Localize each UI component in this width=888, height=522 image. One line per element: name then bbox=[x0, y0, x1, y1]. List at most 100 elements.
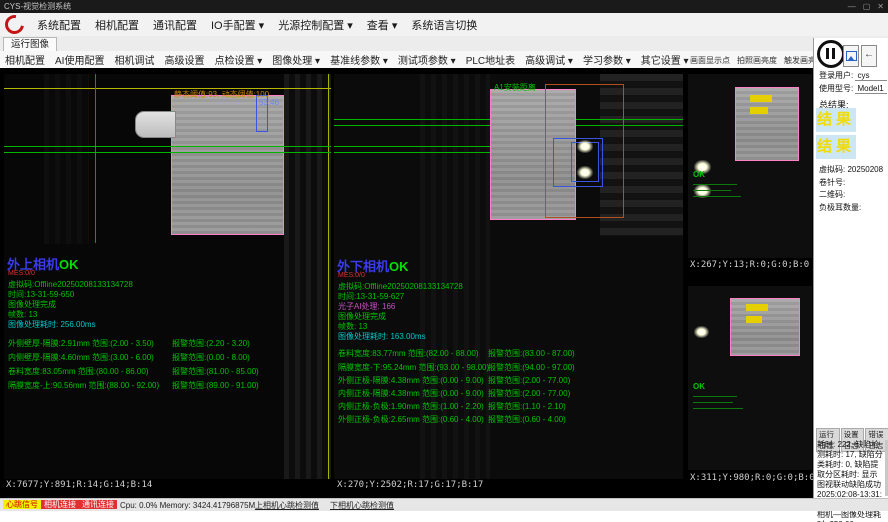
model-label: 使用型号: bbox=[819, 84, 853, 93]
maximize-button[interactable]: ▢ bbox=[863, 0, 871, 13]
neg-tab-count-row: 负极耳数量: bbox=[819, 202, 861, 213]
title-bar: CYS-视觉检测系统 — ▢ ✕ bbox=[0, 0, 888, 13]
tool-ai-config[interactable]: AI使用配置 bbox=[50, 52, 109, 67]
pause-button[interactable] bbox=[817, 40, 845, 68]
left-view-coordinates: X:7677;Y:891;R:14;G:14;B:14 bbox=[6, 480, 152, 490]
tool-camera-debug[interactable]: 相机调试 bbox=[109, 52, 159, 67]
mid-alarm-text: 报警范围:(0.60 - 4.00) bbox=[488, 414, 566, 425]
tab-run-image[interactable]: 运行图像 bbox=[3, 37, 57, 51]
login-user-label: 登录用户: bbox=[819, 71, 853, 80]
left-edge-line bbox=[328, 74, 329, 479]
mid-tab-glow-1 bbox=[577, 140, 593, 153]
mid-measure-text: 内侧正极-隔膜:4.38mm 范围:(0.00 - 9.00) bbox=[338, 388, 484, 399]
mid-alarm-text: 报警范围:(1.10 - 2.10) bbox=[488, 401, 566, 412]
neg-tab-count-label: 负极耳数量: bbox=[819, 203, 861, 212]
left-mes-line: MES:0/0 bbox=[8, 270, 35, 277]
thumb-bottom-label-chip-2 bbox=[746, 316, 762, 323]
thumb-header-1: 画面显示点 bbox=[690, 55, 730, 66]
thumb-top-view[interactable]: OK bbox=[688, 74, 812, 258]
thumb-top-label-chip-1 bbox=[750, 95, 772, 102]
image-icon bbox=[846, 51, 857, 61]
tool-other-settings[interactable]: 其它设置 ▾ bbox=[636, 52, 694, 67]
left-bg-striations bbox=[284, 74, 331, 479]
menu-light-config[interactable]: 光源控制配置 ▾ bbox=[271, 17, 360, 33]
thumb-top-textline bbox=[693, 196, 741, 197]
left-yellow-line bbox=[4, 88, 331, 89]
result-box-lower: 结果 bbox=[816, 135, 856, 159]
tool-camera-config[interactable]: 相机配置 bbox=[0, 52, 50, 67]
thumb-top-textline bbox=[693, 190, 731, 191]
main-workspace: 静态阈值:93, 动态阈值:100 53.46 外上相机OK MES:0/0 虚… bbox=[0, 68, 813, 510]
tool-test-params[interactable]: 测试项参数 ▾ bbox=[393, 52, 461, 67]
window-title: CYS-视觉检测系统 bbox=[4, 0, 71, 13]
thumb-top-textline bbox=[693, 184, 737, 185]
app-window: CYS-视觉检测系统 — ▢ ✕ 系统配置 相机配置 通讯配置 IO手配置 ▾ … bbox=[0, 0, 888, 522]
mid-alarm-text: 报警范围:(94.00 - 97.00) bbox=[488, 362, 575, 373]
virtual-code-row: 虚拟码: 20250208 bbox=[819, 164, 883, 175]
tool-advanced-settings[interactable]: 高级设置 bbox=[159, 52, 209, 67]
mid-anno-label: A1安装距离 bbox=[494, 82, 536, 93]
camera-connect-badge: 相机连接 bbox=[41, 500, 79, 509]
mid-alarm-text: 报警范围:(2.00 - 77.00) bbox=[488, 388, 570, 399]
thumb-top-ok: OK bbox=[693, 170, 705, 179]
return-button[interactable]: ← bbox=[861, 45, 877, 67]
left-camera-view[interactable]: 静态阈值:93, 动态阈值:100 53.46 外上相机OK MES:0/0 虚… bbox=[4, 74, 331, 479]
mid-measure-text: 外侧正极-隔膜:4.38mm 范围:(0.00 - 9.00) bbox=[338, 375, 484, 386]
mid-mes-line: MES:0/0 bbox=[338, 272, 365, 279]
thumb-header-2: 拍照画亮度 bbox=[737, 55, 777, 66]
left-threshold-label: 静态阈值:93, 动态阈值:100 bbox=[174, 89, 269, 100]
snapshot-button[interactable] bbox=[843, 45, 859, 67]
needle-row: 卷针号: bbox=[819, 177, 845, 188]
left-connector-part bbox=[135, 111, 176, 138]
left-alarm-text: 报警范围:(81.00 - 85.00) bbox=[172, 366, 259, 377]
login-user-row: 登录用户: cys bbox=[819, 70, 887, 81]
menu-view[interactable]: 查看 ▾ bbox=[360, 17, 405, 33]
tool-spot-check[interactable]: 点检设置 ▾ bbox=[209, 52, 267, 67]
tool-plc-table[interactable]: PLC地址表 bbox=[461, 52, 520, 67]
thumb-bottom-view[interactable]: OK bbox=[688, 286, 812, 470]
virtual-code-value: 20250208 bbox=[847, 165, 883, 174]
tool-advanced-debug[interactable]: 高级调试 ▾ bbox=[520, 52, 578, 67]
menu-language-switch[interactable]: 系统语言切换 bbox=[404, 17, 484, 33]
status-bar: 心跳信号 相机连接 通讯连接 Cpu: 0.0% Memory: 3424.41… bbox=[0, 498, 888, 511]
tool-baseline-params[interactable]: 基准线参数 ▾ bbox=[325, 52, 393, 67]
menu-comm-config[interactable]: 通讯配置 bbox=[146, 17, 204, 33]
upper-camera-heartbeat-link[interactable]: 上相机心跳检测值 bbox=[255, 500, 319, 511]
mid-measure-text: 卷料宽度:83.77mm 范围:(82.00 - 88.00) bbox=[338, 348, 479, 359]
left-alarm-text: 报警范围:(89.00 - 91.00) bbox=[172, 380, 259, 391]
thumb-bottom-textline bbox=[693, 402, 733, 403]
qr-row: 二维码: bbox=[819, 189, 845, 200]
tool-image-processing[interactable]: 图像处理 ▾ bbox=[267, 52, 325, 67]
mid-measure-text: 内侧正极-负极:1.90mm 范围:(1.00 - 2.20) bbox=[338, 401, 484, 412]
menu-io-config[interactable]: IO手配置 ▾ bbox=[204, 17, 271, 33]
left-green-hline-2 bbox=[4, 152, 331, 153]
mid-alarm-text: 报警范围:(2.00 - 77.00) bbox=[488, 375, 570, 386]
needle-label: 卷针号: bbox=[819, 178, 845, 187]
lower-camera-heartbeat-link[interactable]: 下相机心跳检测值 bbox=[330, 500, 394, 511]
menu-camera-config[interactable]: 相机配置 bbox=[88, 17, 146, 33]
pause-icon bbox=[826, 48, 829, 59]
model-value[interactable]: Model1 bbox=[855, 84, 887, 94]
menu-system-config[interactable]: 系统配置 bbox=[30, 17, 88, 33]
mid-measure-text: 外侧正极-负极:2.65mm 范围:(0.60 - 4.00) bbox=[338, 414, 484, 425]
mid-ok-status: OK bbox=[389, 259, 409, 274]
heartbeat-badge: 心跳信号 bbox=[3, 500, 41, 509]
thumb-header-row: 画面显示点 拍照画亮度 触发画亮度 bbox=[690, 55, 824, 66]
login-user-value[interactable]: cys bbox=[855, 71, 887, 81]
left-alarm-text: 报警范围:(0.00 - 8.00) bbox=[172, 352, 250, 363]
thumb-bottom-textline bbox=[693, 408, 743, 409]
pause-icon bbox=[832, 48, 835, 59]
minimize-button[interactable]: — bbox=[848, 0, 856, 13]
mid-camera-view[interactable]: A1安装距离 外下相机OK MES:0/0 虚拟码:Offline2025020… bbox=[334, 74, 683, 479]
close-button[interactable]: ✕ bbox=[877, 0, 884, 13]
mid-view-coordinates: X:270;Y:2502;R:17;G:17;B:17 bbox=[337, 480, 483, 490]
thumb-bottom-textline bbox=[693, 396, 737, 397]
tool-learn-params[interactable]: 学习参数 ▾ bbox=[578, 52, 636, 67]
thumb-bottom-coordinates: X:311;Y:980;R:0;G:0;B:0 bbox=[690, 473, 815, 483]
qr-label: 二维码: bbox=[819, 190, 845, 199]
left-green-hline-1 bbox=[4, 146, 331, 147]
thumb-bottom-label-chip-1 bbox=[746, 304, 768, 311]
result-box-upper: 结果 bbox=[816, 108, 856, 132]
left-ok-status: OK bbox=[59, 257, 79, 272]
thumb-top-coordinates: X:267;Y:13;R:0;G:0;B:0 bbox=[690, 260, 809, 270]
